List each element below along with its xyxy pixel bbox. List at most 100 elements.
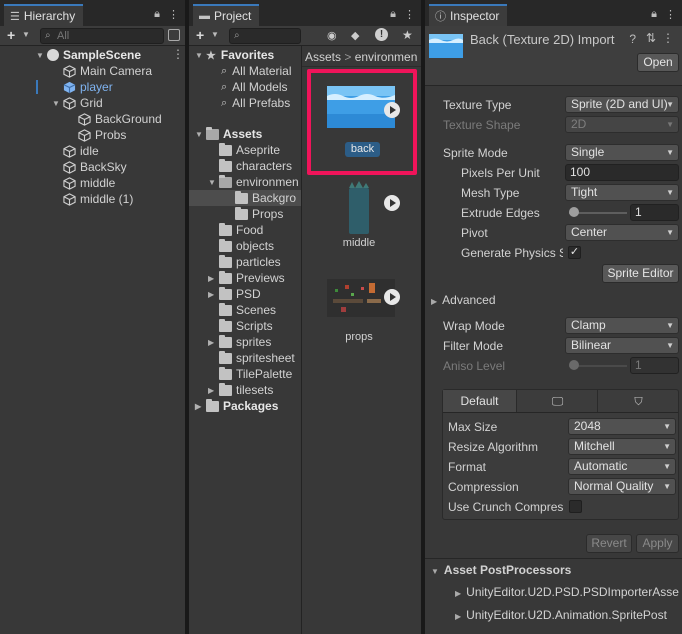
more-menu-icon[interactable]: ⋮: [662, 31, 674, 45]
asset-folder[interactable]: characters: [208, 158, 292, 174]
extrude-edges-slider-handle[interactable]: [569, 207, 579, 217]
postprocessor-item[interactable]: ▶ UnityEditor.U2D.Animation.SpritePost: [455, 608, 682, 622]
asset-folder[interactable]: ▶ sprites: [208, 334, 271, 350]
scene-row[interactable]: ▼ SampleScene: [36, 47, 141, 63]
warning-icon[interactable]: !: [375, 28, 388, 41]
use-crunch-checkbox[interactable]: [569, 500, 582, 513]
chevron-down-icon[interactable]: ▼: [211, 30, 219, 39]
compression-dropdown[interactable]: Normal Quality: [568, 478, 676, 495]
asset-folder[interactable]: Scenes: [208, 302, 276, 318]
format-dropdown[interactable]: Automatic: [568, 458, 676, 475]
hierarchy-item[interactable]: Probs: [78, 127, 126, 143]
lock-icon[interactable]: 🔒︎: [651, 8, 657, 21]
packages-row[interactable]: ▶ Packages: [195, 398, 278, 414]
hierarchy-item[interactable]: BackSky: [63, 159, 127, 175]
asset-thumbnail-middle[interactable]: [347, 180, 371, 234]
hierarchy-item[interactable]: idle: [63, 143, 99, 159]
tab-standalone[interactable]: 🖵︎: [518, 390, 598, 412]
add-icon[interactable]: +: [196, 27, 204, 43]
project-split-divider[interactable]: [301, 46, 302, 634]
favorites-row[interactable]: ▼ ★ Favorites: [195, 47, 274, 63]
asset-folder[interactable]: ▶ Previews: [208, 270, 285, 286]
more-menu-icon[interactable]: ⋮: [665, 8, 676, 21]
expand-arrow-icon[interactable]: ▼: [52, 99, 63, 108]
breadcrumb-item-assets[interactable]: Assets: [305, 50, 341, 64]
revert-button[interactable]: Revert: [586, 534, 632, 553]
extrude-edges-field[interactable]: 1: [630, 204, 679, 221]
tab-inspector[interactable]: ⓘ Inspector: [429, 4, 508, 26]
hierarchy-item[interactable]: ▼ Grid: [52, 95, 103, 111]
asset-folder[interactable]: ▶ tilesets: [208, 382, 273, 398]
expand-arrow-icon[interactable]: ▶: [208, 386, 219, 395]
pivot-dropdown[interactable]: Center: [565, 224, 679, 241]
hierarchy-item[interactable]: middle (1): [63, 191, 133, 207]
postprocessor-item[interactable]: ▶ UnityEditor.U2D.PSD.PSDImporterAsse: [455, 585, 682, 599]
asset-folder[interactable]: objects: [208, 238, 274, 254]
favorite-star-icon[interactable]: ★: [402, 28, 413, 42]
expand-arrow-icon[interactable]: ▶: [208, 290, 219, 299]
asset-folder-selected[interactable]: Backgro: [189, 190, 301, 206]
tab-webgl[interactable]: ⛉: [599, 390, 678, 412]
search-input[interactable]: ⌕ All: [40, 28, 164, 44]
texture-type-dropdown[interactable]: Sprite (2D and UI): [565, 96, 679, 113]
asset-folder[interactable]: ▼ environmen: [208, 174, 299, 190]
filter-mode-dropdown[interactable]: Bilinear: [565, 337, 679, 354]
search-options-icon[interactable]: [168, 29, 180, 41]
max-size-dropdown[interactable]: 2048: [568, 418, 676, 435]
sprite-editor-button[interactable]: Sprite Editor: [602, 264, 679, 283]
asset-postprocessors-foldout[interactable]: ▼ Asset PostProcessors: [431, 563, 571, 577]
generate-physics-checkbox[interactable]: ✓: [568, 246, 581, 259]
sprite-mode-dropdown[interactable]: Single: [565, 144, 679, 161]
favorites-item[interactable]: ⌕ All Material: [221, 63, 292, 79]
scene-menu-icon[interactable]: ⋮: [172, 47, 184, 61]
help-icon[interactable]: ?: [629, 32, 636, 46]
expand-arrow-icon[interactable]: ▶: [208, 338, 219, 347]
assets-root-row[interactable]: ▼ Assets: [195, 126, 262, 142]
asset-folder[interactable]: spritesheet: [208, 350, 295, 366]
settings-sliders-icon[interactable]: ⇅: [646, 31, 656, 45]
pixels-per-unit-field[interactable]: 100: [565, 164, 679, 181]
lock-icon[interactable]: 🔒︎: [390, 8, 396, 21]
asset-folder[interactable]: ▶ PSD: [208, 286, 261, 302]
more-menu-icon[interactable]: ⋮: [168, 8, 179, 21]
folder-label: TilePalette: [236, 367, 293, 381]
advanced-foldout[interactable]: ▶ Advanced: [431, 293, 496, 307]
expand-arrow-icon[interactable]: ▶: [195, 402, 206, 411]
favorites-item[interactable]: ⌕ All Prefabs: [221, 95, 290, 111]
hierarchy-item[interactable]: BackGround: [78, 111, 162, 127]
play-icon[interactable]: [384, 289, 400, 305]
expand-arrow-icon[interactable]: ▼: [195, 130, 206, 139]
play-icon[interactable]: [384, 195, 400, 211]
project-search-input[interactable]: ⌕: [229, 28, 301, 44]
breadcrumb-item-environment[interactable]: environmen: [355, 50, 418, 64]
hierarchy-item-player[interactable]: player: [63, 79, 113, 95]
chevron-down-icon[interactable]: ▼: [22, 30, 30, 39]
expand-arrow-icon[interactable]: ▼: [195, 51, 206, 60]
wrap-mode-dropdown[interactable]: Clamp: [565, 317, 679, 334]
lock-icon[interactable]: 🔒︎: [154, 8, 160, 21]
asset-folder[interactable]: TilePalette: [208, 366, 292, 382]
more-menu-icon[interactable]: ⋮: [404, 8, 415, 21]
expand-arrow-icon[interactable]: ▼: [36, 51, 47, 60]
add-icon[interactable]: +: [7, 27, 15, 43]
asset-folder[interactable]: particles: [208, 254, 281, 270]
expand-arrow-icon[interactable]: ▼: [208, 178, 219, 187]
open-button[interactable]: Open: [637, 53, 679, 72]
tab-default[interactable]: Default: [443, 390, 517, 412]
resize-algorithm-dropdown[interactable]: Mitchell: [568, 438, 676, 455]
hierarchy-item[interactable]: Main Camera: [63, 63, 152, 79]
asset-folder[interactable]: Food: [208, 222, 263, 238]
asset-folder[interactable]: Props: [235, 206, 283, 222]
pixels-per-unit-label: Pixels Per Unit: [461, 166, 540, 180]
expand-arrow-icon[interactable]: ▶: [208, 274, 219, 283]
apply-button[interactable]: Apply: [636, 534, 679, 553]
asset-folder[interactable]: Aseprite: [208, 142, 280, 158]
tab-project[interactable]: ▬ Project: [193, 4, 260, 26]
asset-folder[interactable]: Scripts: [208, 318, 273, 334]
search-by-type-icon[interactable]: ◉: [327, 29, 337, 42]
hierarchy-item[interactable]: middle: [63, 175, 115, 191]
label-icon[interactable]: ◆: [351, 29, 359, 42]
mesh-type-dropdown[interactable]: Tight: [565, 184, 679, 201]
tab-hierarchy[interactable]: ☰ Hierarchy: [4, 4, 84, 26]
favorites-item[interactable]: ⌕ All Models: [221, 79, 288, 95]
